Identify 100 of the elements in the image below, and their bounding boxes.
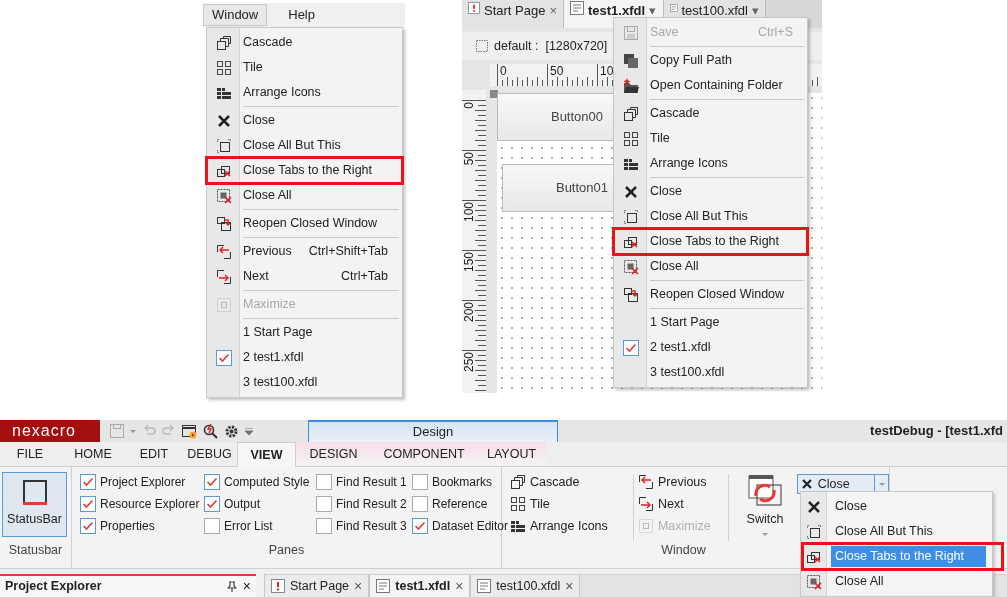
list-icon xyxy=(510,518,526,534)
window-icon xyxy=(806,523,822,540)
ribbon-tab[interactable]: FILE xyxy=(0,442,60,466)
tab-close-button[interactable]: ▾ xyxy=(649,1,657,21)
windows-x-icon xyxy=(806,573,822,590)
group-label: Statusbar xyxy=(8,542,63,560)
menu-item[interactable]: Close All xyxy=(614,254,807,279)
windows-x-icon xyxy=(622,258,639,275)
caret-icon xyxy=(245,427,253,435)
tab-close-button[interactable]: × xyxy=(565,575,574,597)
ribbon-button[interactable]: Tile xyxy=(510,496,633,512)
tab-close-button[interactable]: × xyxy=(549,1,557,21)
save-icon xyxy=(110,424,124,438)
tab-close-button[interactable]: × xyxy=(354,575,363,597)
close-button[interactable]: × xyxy=(242,576,251,597)
ribbon-tab[interactable]: DEBUG xyxy=(182,442,237,466)
menu-item[interactable]: Close Tabs to the Right xyxy=(614,229,807,254)
maximize-icon xyxy=(215,296,232,313)
checkbox[interactable]: Dataset Editor xyxy=(412,518,509,534)
pin-icon xyxy=(226,581,237,592)
tab[interactable]: Start Page × xyxy=(462,0,564,28)
menu-item[interactable]: Close All But This xyxy=(207,133,402,158)
checkbox[interactable]: Bookmarks xyxy=(412,474,509,490)
checkbox[interactable]: Properties xyxy=(80,518,204,534)
menu-item[interactable]: 3 test100.xfdl xyxy=(614,360,807,385)
menu-item[interactable]: Next Ctrl+Tab xyxy=(207,264,402,289)
checkbox[interactable]: Error List xyxy=(204,518,316,534)
stacked-windows-icon xyxy=(215,34,232,51)
menu-item[interactable]: 2 test1.xfdl xyxy=(614,335,807,360)
menu-item[interactable]: 1 Start Page xyxy=(207,320,402,345)
close-dropdown[interactable]: Close xyxy=(796,474,889,494)
maximize-icon xyxy=(637,518,654,534)
search-icon xyxy=(203,423,218,439)
switch-button[interactable]: Switch xyxy=(743,474,787,542)
menu-item[interactable]: Previous Ctrl+Shift+Tab xyxy=(207,239,402,264)
warning-page-icon xyxy=(468,1,480,15)
menu-bar-item[interactable]: Help xyxy=(279,4,324,26)
menu-item[interactable]: Tile xyxy=(207,55,402,80)
ribbon-button[interactable]: Cascade xyxy=(510,474,633,490)
menu-item[interactable]: Copy Full Path xyxy=(614,48,807,73)
checkbox[interactable]: Output xyxy=(204,496,316,512)
ribbon-button[interactable]: Arrange Icons xyxy=(510,518,633,534)
ribbon-tab[interactable]: LAYOUT xyxy=(477,442,546,466)
ribbon-button[interactable]: Previous xyxy=(637,474,729,490)
window-arrow-icon xyxy=(215,243,232,260)
dropdown-option[interactable]: Close All xyxy=(831,571,888,592)
ribbon-tab[interactable]: HOME xyxy=(60,442,126,466)
ribbon-tab[interactable]: EDIT xyxy=(126,442,182,466)
document-icon xyxy=(376,579,391,593)
context-tab-group: Design xyxy=(308,420,558,442)
tab-close-button[interactable]: × xyxy=(455,575,464,597)
menu-item[interactable]: Reopen Closed Window xyxy=(207,211,402,236)
tab-close-button[interactable]: ▾ xyxy=(752,1,759,21)
checkbox[interactable]: Reference xyxy=(412,496,509,512)
menu-item[interactable]: Cascade xyxy=(207,30,402,55)
logo: nexacro xyxy=(0,420,100,442)
close-icon xyxy=(800,478,813,490)
menu-item[interactable]: Close Tabs to the Right xyxy=(207,158,402,183)
menu-item[interactable]: 1 Start Page xyxy=(614,310,807,335)
menu-item[interactable]: Close xyxy=(207,108,402,133)
menu-item[interactable]: Arrange Icons xyxy=(207,80,402,105)
menu-bar-item[interactable]: Window xyxy=(203,4,268,26)
checkbox[interactable]: Project Explorer xyxy=(80,474,204,490)
ruler-label: 250 xyxy=(463,352,475,373)
dropdown-option[interactable]: Close All But This xyxy=(831,521,937,542)
stacked-windows-icon xyxy=(510,474,526,490)
ruler-label: 50 xyxy=(549,65,565,77)
window-arrow-icon xyxy=(215,215,232,232)
corner-handle[interactable] xyxy=(490,90,498,98)
ribbon-button[interactable]: Next xyxy=(637,496,729,512)
warning-page-icon xyxy=(271,579,285,593)
menu-item[interactable]: Close All xyxy=(207,183,402,208)
close-icon xyxy=(622,183,639,200)
grid-icon xyxy=(510,496,526,512)
close-icon xyxy=(215,112,232,129)
windows-x-icon xyxy=(215,187,232,204)
tab[interactable]: test100.xfdl × xyxy=(470,575,581,597)
ribbon-tab[interactable]: VIEW xyxy=(237,442,296,467)
window-arrow-icon xyxy=(637,496,654,512)
checkbox[interactable]: Find Result 3 xyxy=(316,518,412,534)
menu-item[interactable]: 3 test100.xfdl xyxy=(207,370,402,395)
ruler-label: 0 xyxy=(499,65,508,77)
screen-icon xyxy=(476,40,488,52)
menu-item[interactable]: 2 test1.xfdl xyxy=(207,345,402,370)
menu-item[interactable]: Reopen Closed Window xyxy=(614,282,807,307)
checkbox[interactable]: Resource Explorer xyxy=(80,496,204,512)
ribbon-tab[interactable]: DESIGN xyxy=(296,442,371,466)
window-arrow-icon xyxy=(215,268,232,285)
statusbar-button[interactable]: StatusBar xyxy=(2,472,67,537)
ribbon-tab[interactable]: COMPONENT xyxy=(371,442,477,466)
redo-icon xyxy=(162,424,176,438)
caret-icon xyxy=(130,429,136,433)
checkbox[interactable]: Find Result 1 xyxy=(316,474,412,490)
dropdown-option[interactable]: Close xyxy=(831,496,871,517)
checkbox[interactable]: Computed Style xyxy=(204,474,316,490)
group-label: Panes xyxy=(268,542,305,560)
tab[interactable]: Start Page × xyxy=(264,575,370,597)
checkbox[interactable]: Find Result 2 xyxy=(316,496,412,512)
tab[interactable]: test1.xfdl × xyxy=(369,575,471,597)
pane-title: Project Explorer xyxy=(5,578,103,596)
